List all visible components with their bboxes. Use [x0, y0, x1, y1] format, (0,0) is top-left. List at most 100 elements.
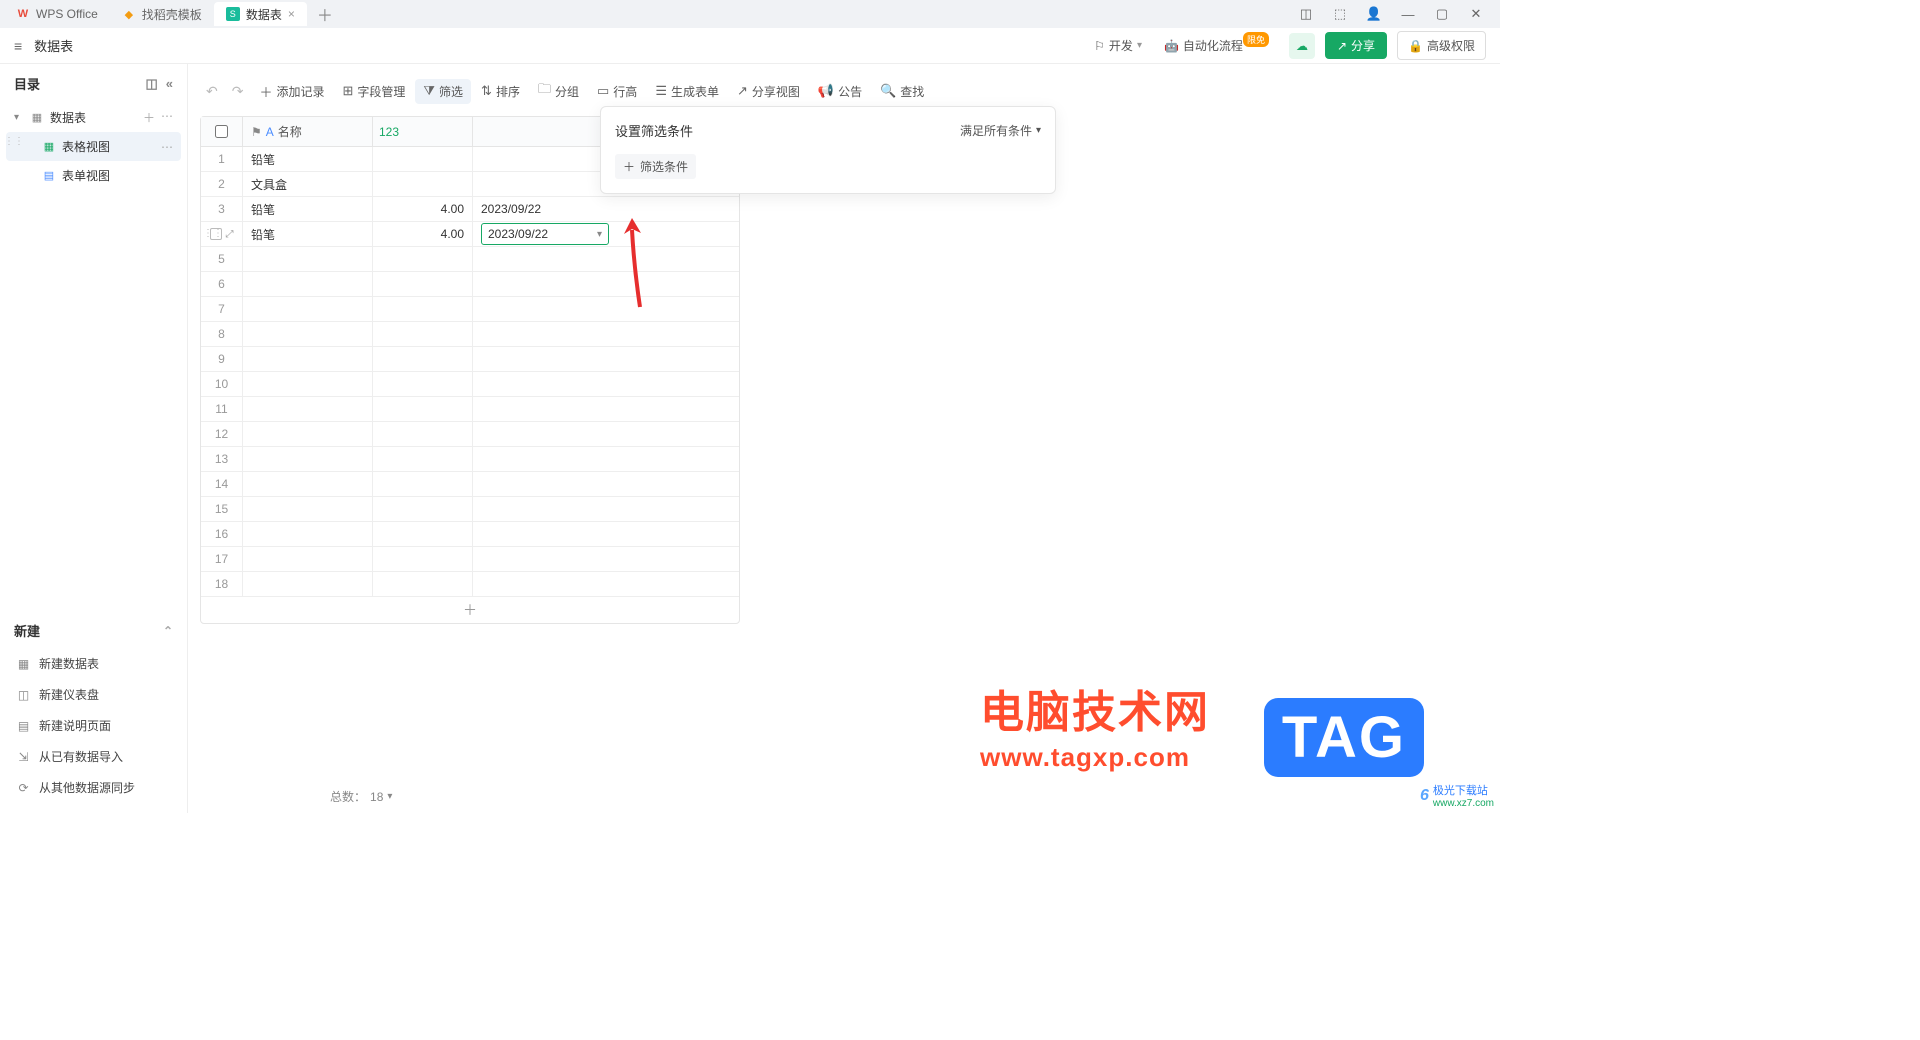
cell-name[interactable]	[243, 497, 373, 521]
search-button[interactable]: 🔍查找	[872, 79, 932, 104]
add-filter-condition[interactable]: ＋ 筛选条件	[615, 154, 696, 179]
cell-name[interactable]	[243, 522, 373, 546]
cell-number[interactable]	[373, 272, 473, 296]
cell-date[interactable]	[473, 497, 739, 521]
tree-root-datatable[interactable]: ▾ ▦ 数据表 ＋ ⋯	[6, 103, 181, 132]
more-icon[interactable]: ⋯	[161, 109, 173, 126]
cell-number[interactable]: 4.00	[373, 222, 473, 246]
cell-date[interactable]: 2023/09/22▾	[473, 222, 739, 246]
cell-name[interactable]	[243, 347, 373, 371]
cell-date[interactable]	[473, 322, 739, 346]
table-row[interactable]: 11	[201, 397, 739, 422]
cube-icon[interactable]: ⬚	[1328, 6, 1352, 22]
footer-total[interactable]: 总数： 18 ▾	[330, 788, 392, 805]
cell-number[interactable]	[373, 572, 473, 596]
new-section-header[interactable]: 新建 ⌃	[14, 613, 173, 648]
cell-number[interactable]	[373, 522, 473, 546]
more-icon[interactable]: ⋯	[161, 140, 173, 154]
cell-name[interactable]	[243, 397, 373, 421]
permission-button[interactable]: 🔒 高级权限	[1397, 31, 1486, 60]
table-row[interactable]: 5	[201, 247, 739, 272]
cell-number[interactable]	[373, 297, 473, 321]
new-dashboard[interactable]: ◫新建仪表盘	[14, 679, 173, 710]
redo-button[interactable]: ↷	[226, 83, 250, 100]
add-icon[interactable]: ＋	[143, 109, 155, 126]
minimize-icon[interactable]: —	[1396, 7, 1420, 22]
column-number-header[interactable]: 123	[373, 117, 473, 146]
cell-name[interactable]: 铅笔	[243, 222, 373, 246]
sync-from-other[interactable]: ⟳从其他数据源同步	[14, 772, 173, 803]
table-row[interactable]: 12	[201, 422, 739, 447]
table-row[interactable]: 17	[201, 547, 739, 572]
cloud-sync-button[interactable]: ☁	[1289, 33, 1315, 59]
cell-number[interactable]	[373, 422, 473, 446]
close-window-icon[interactable]: ✕	[1464, 6, 1488, 22]
cell-name[interactable]	[243, 422, 373, 446]
cell-number[interactable]	[373, 172, 473, 196]
sort-button[interactable]: ⇅排序	[473, 79, 528, 104]
cell-name[interactable]	[243, 272, 373, 296]
date-input[interactable]: 2023/09/22▾	[481, 223, 609, 245]
new-datatable[interactable]: ▦新建数据表	[14, 648, 173, 679]
share-button[interactable]: ↗ 分享	[1325, 32, 1387, 59]
drag-handle-icon[interactable]: ⋮⋮	[203, 231, 223, 237]
cell-number[interactable]	[373, 322, 473, 346]
gen-form-button[interactable]: ☰生成表单	[647, 79, 727, 104]
cell-number[interactable]	[373, 347, 473, 371]
table-row[interactable]: ⋮⋮⤢铅笔4.002023/09/22▾	[201, 222, 739, 247]
rowheight-button[interactable]: ▭行高	[589, 79, 645, 104]
table-row[interactable]: 3铅笔4.002023/09/22	[201, 197, 739, 222]
sidebar-item-form-view[interactable]: ▤ 表单视图	[6, 161, 181, 190]
cell-name[interactable]	[243, 572, 373, 596]
cell-date[interactable]: 2023/09/22	[473, 197, 739, 221]
drag-handle-icon[interactable]: ⋮⋮	[4, 139, 24, 145]
column-name-header[interactable]: ⚑ A 名称	[243, 117, 373, 146]
cell-name[interactable]	[243, 472, 373, 496]
field-mgr-button[interactable]: ⊞字段管理	[335, 79, 414, 104]
table-row[interactable]: 15	[201, 497, 739, 522]
filter-button[interactable]: ⧩筛选	[415, 79, 471, 104]
select-all-checkbox[interactable]	[215, 125, 228, 138]
cell-date[interactable]	[473, 297, 739, 321]
tab-template[interactable]: ◆ 找稻壳模板	[110, 2, 214, 26]
tab-wps-office[interactable]: W WPS Office	[4, 2, 110, 26]
add-tab-button[interactable]: ＋	[307, 2, 343, 26]
panel-icon[interactable]: ◫	[145, 76, 157, 92]
cell-number[interactable]	[373, 447, 473, 471]
table-row[interactable]: 18	[201, 572, 739, 597]
cell-number[interactable]	[373, 372, 473, 396]
table-row[interactable]: 14	[201, 472, 739, 497]
table-row[interactable]: 8	[201, 322, 739, 347]
cell-name[interactable]	[243, 322, 373, 346]
add-record-button[interactable]: ＋添加记录	[251, 78, 332, 105]
table-row[interactable]: 16	[201, 522, 739, 547]
notice-button[interactable]: 📢公告	[810, 79, 870, 104]
table-row[interactable]: 6	[201, 272, 739, 297]
cell-name[interactable]	[243, 247, 373, 271]
import-from-existing[interactable]: ⇲从已有数据导入	[14, 741, 173, 772]
table-row[interactable]: 13	[201, 447, 739, 472]
tab-datatable[interactable]: S 数据表 ×	[214, 2, 307, 26]
cell-date[interactable]	[473, 422, 739, 446]
automation-button[interactable]: 🤖 自动化流程 限免	[1158, 33, 1279, 58]
group-button[interactable]: 🗀分组	[530, 76, 587, 106]
cell-number[interactable]	[373, 147, 473, 171]
cell-number[interactable]: 4.00	[373, 197, 473, 221]
add-row-button[interactable]: ＋	[201, 597, 739, 623]
dev-button[interactable]: ⚐ 开发 ▾	[1088, 33, 1148, 58]
cell-date[interactable]	[473, 272, 739, 296]
cell-date[interactable]	[473, 372, 739, 396]
new-doc-page[interactable]: ▤新建说明页面	[14, 710, 173, 741]
header-checkbox-cell[interactable]	[201, 117, 243, 146]
layout-icon[interactable]: ◫	[1294, 6, 1318, 22]
cell-name[interactable]: 铅笔	[243, 197, 373, 221]
cell-date[interactable]	[473, 397, 739, 421]
table-row[interactable]: 7	[201, 297, 739, 322]
cell-date[interactable]	[473, 347, 739, 371]
menu-icon[interactable]: ≡	[14, 38, 22, 54]
cell-name[interactable]: 铅笔	[243, 147, 373, 171]
collapse-icon[interactable]: «	[166, 76, 173, 92]
maximize-icon[interactable]: ▢	[1430, 6, 1454, 22]
close-icon[interactable]: ×	[288, 7, 295, 21]
cell-name[interactable]	[243, 297, 373, 321]
